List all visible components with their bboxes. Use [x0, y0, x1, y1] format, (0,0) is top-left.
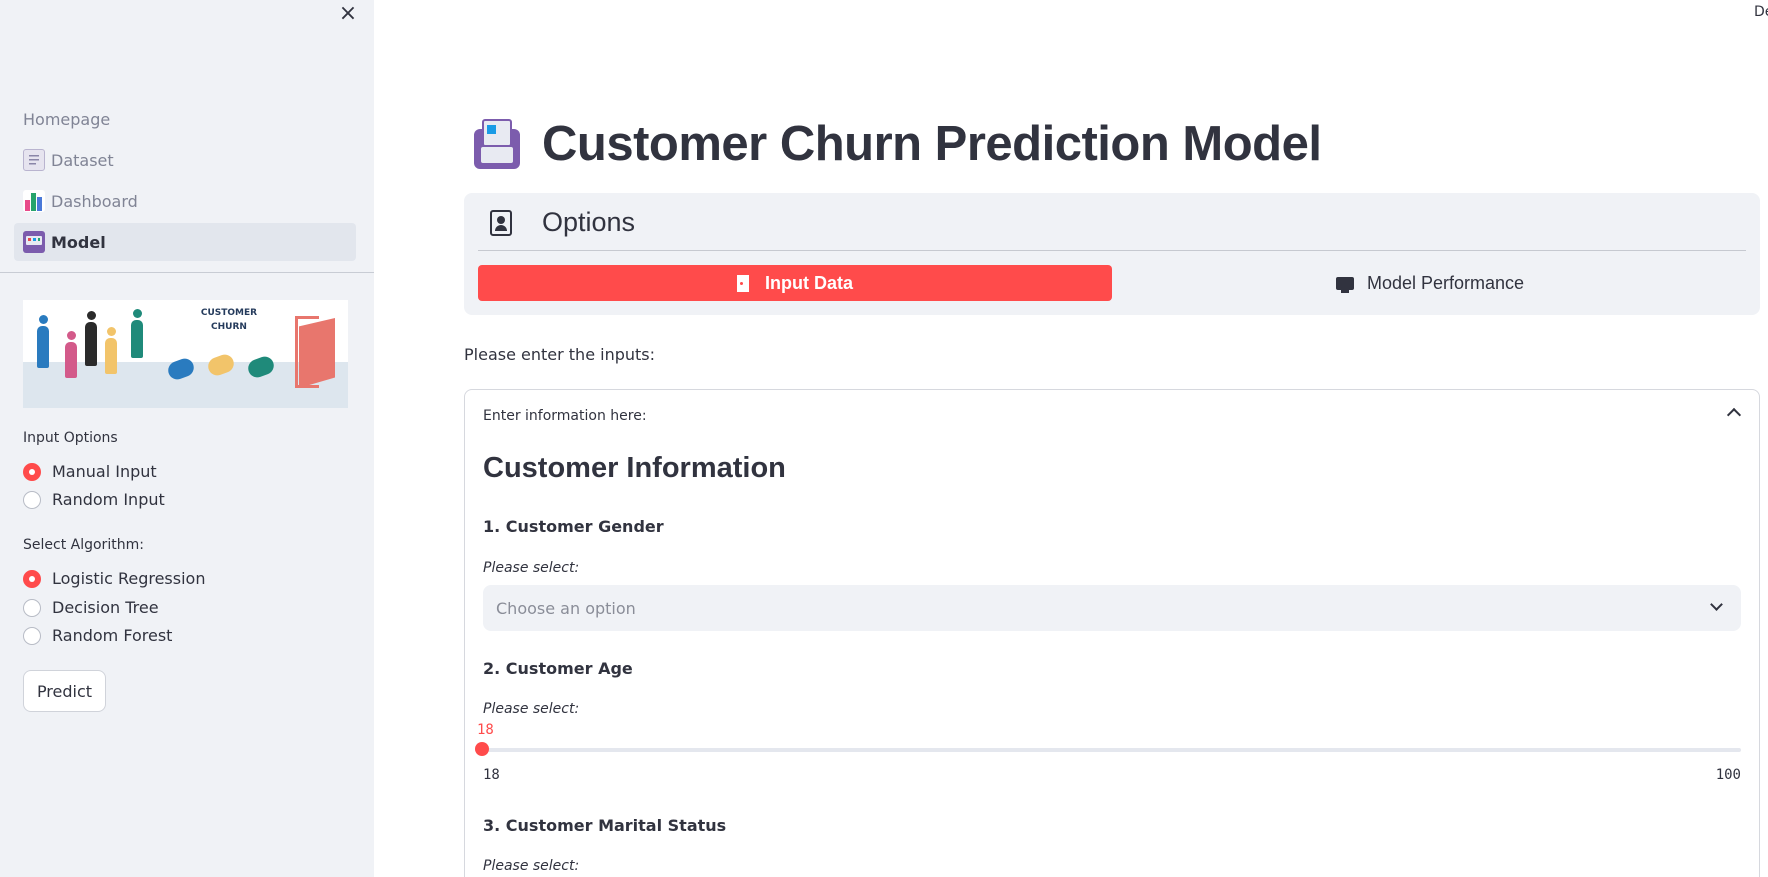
person-badge-icon — [490, 209, 512, 236]
tab-label: Model Performance — [1366, 272, 1525, 293]
predict-button[interactable]: Predict — [23, 670, 106, 712]
radio-random-input[interactable]: Random Input — [23, 490, 165, 509]
radio-label: Random Input — [52, 490, 165, 509]
radio-dot — [23, 490, 41, 509]
information-expander: Enter information here: Customer Informa… — [464, 389, 1760, 877]
tab-model-performance[interactable]: Model Performance — [1114, 265, 1746, 301]
age-slider-max: 100 — [1715, 767, 1741, 783]
radio-label: Manual Input — [52, 462, 157, 481]
tab-input-data[interactable]: Input Data — [478, 265, 1112, 301]
sidebar-item-label: Dataset — [51, 150, 114, 170]
radio-label: Logistic Regression — [52, 569, 206, 588]
sidebar-item-label: Model — [51, 232, 106, 252]
radio-label: Decision Tree — [52, 598, 159, 617]
sidebar-nav: Homepage Dataset Dashboard Model — [14, 100, 356, 264]
bar-chart-icon — [23, 190, 45, 212]
options-menu-title: Options — [542, 207, 636, 237]
sidebar-item-homepage[interactable]: Homepage — [14, 100, 356, 138]
age-slider-track[interactable] — [483, 748, 1741, 752]
machine-icon — [472, 117, 522, 171]
select-placeholder: Choose an option — [496, 598, 636, 618]
sidebar-item-label: Dashboard — [51, 191, 138, 211]
monitor-icon — [1335, 276, 1354, 293]
radio-manual-input[interactable]: Manual Input — [23, 462, 157, 481]
tab-label: Input Data — [765, 272, 853, 293]
question-age-hint: Please select: — [483, 701, 580, 717]
sidebar: × Homepage Dataset Dashboard Model CUSTO… — [0, 0, 374, 877]
select-algorithm-label: Select Algorithm: — [23, 537, 144, 553]
radio-dot — [23, 626, 41, 645]
sidebar-item-dataset[interactable]: Dataset — [14, 141, 356, 179]
close-sidebar-button[interactable]: × — [336, 2, 360, 26]
chevron-up-icon[interactable] — [1726, 407, 1742, 423]
expander-header[interactable]: Enter information here: — [483, 408, 647, 424]
page-title: Customer Churn Prediction Model — [542, 117, 1322, 171]
radio-decision-tree[interactable]: Decision Tree — [23, 598, 159, 617]
question-gender-hint: Please select: — [483, 560, 580, 576]
options-divider — [478, 250, 1746, 251]
inputs-prompt: Please enter the inputs: — [464, 345, 655, 364]
radio-logistic-regression[interactable]: Logistic Regression — [23, 569, 205, 588]
question-marital-hint: Please select: — [483, 858, 580, 874]
section-title: Customer Information — [483, 452, 786, 484]
app-root: × Homepage Dataset Dashboard Model CUSTO… — [0, 0, 1768, 877]
sidebar-item-label: Homepage — [23, 109, 111, 129]
question-marital-label: 3. Customer Marital Status — [483, 816, 727, 835]
sidebar-divider — [0, 272, 374, 273]
document-icon — [23, 149, 45, 171]
question-gender-label: 1. Customer Gender — [483, 517, 664, 536]
page-header: Customer Churn Prediction Model — [472, 116, 1322, 172]
age-slider-min: 18 — [483, 767, 500, 783]
door-icon — [737, 274, 749, 292]
age-slider-thumb[interactable] — [475, 742, 489, 756]
sidebar-item-model[interactable]: Model — [14, 223, 356, 261]
sidebar-item-dashboard[interactable]: Dashboard — [14, 182, 356, 220]
radio-dot — [23, 598, 41, 617]
gender-select[interactable]: Choose an option — [483, 585, 1741, 631]
radio-random-forest[interactable]: Random Forest — [23, 626, 172, 645]
options-menu: Options Input Data Model Performance — [464, 193, 1760, 315]
chevron-down-icon — [1710, 598, 1723, 611]
input-options-label: Input Options — [23, 430, 118, 446]
radio-dot-selected — [23, 462, 41, 481]
age-slider-value: 18 — [477, 722, 494, 738]
radio-dot-selected — [23, 569, 41, 588]
radio-label: Random Forest — [52, 626, 173, 645]
machine-icon — [23, 231, 45, 253]
customer-churn-illustration: CUSTOMER CHURN — [23, 300, 348, 408]
question-age-label: 2. Customer Age — [483, 659, 633, 678]
close-icon: × — [338, 1, 358, 26]
deploy-button[interactable]: De — [1754, 4, 1768, 20]
